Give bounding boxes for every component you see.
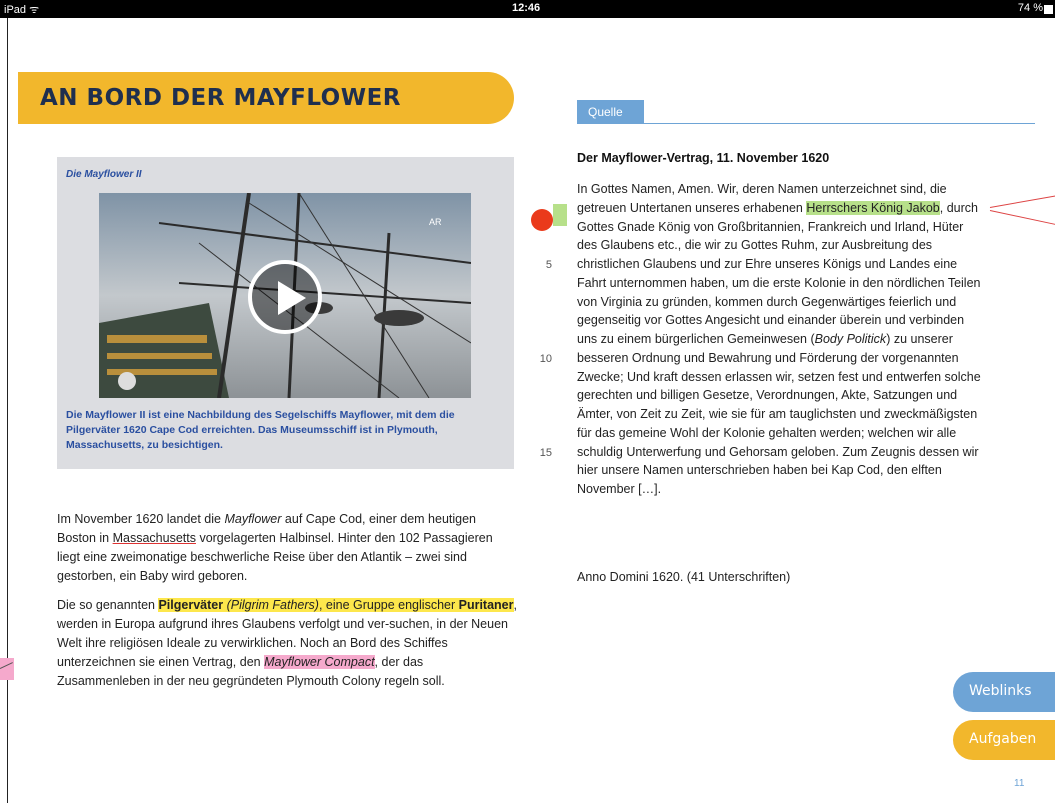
red-note-marker[interactable] [531,209,553,231]
source-line: uns zu einem bürgerlichen Gemeinwesen (B… [577,332,953,346]
source-title: Der Mayflower-Vertrag, 11. November 1620 [577,151,830,165]
source-line: besseren Ordnung und Bewahrung und Förde… [577,350,959,365]
status-bar: iPad ᯤ 12:46 74 % [0,0,1055,18]
source-line: gerechten und billigen Gesetze, Verordnu… [577,388,958,403]
source-line: von Virginia zu gründen, kommen durch Ge… [577,294,957,309]
source-line: Gottes Gnade König von Großbritannien, F… [577,219,964,234]
paragraph-2: Die so genannten Pilgerväter (Pilgrim Fa… [57,598,517,688]
page-edge [7,18,8,803]
line-number: 5 [545,259,552,271]
paragraph-1: Im November 1620 landet die Mayflower au… [57,512,493,583]
source-signature: Anno Domini 1620. (41 Unterschriften) [577,570,791,584]
aufgaben-button[interactable]: Aufgaben [953,720,1055,760]
source-line: getreuen Untertanen unseres erhabenen He… [577,200,978,215]
status-time: 12:46 [512,2,541,14]
battery-percent: 74 % [1017,2,1043,14]
source-line: für das gemeine Wohl der Kolonie gehalte… [577,425,957,440]
glossary-term-pilgervaeter[interactable]: Pilgerväter [158,598,223,612]
highlight-mayflower-compact[interactable]: Mayflower Compact [264,655,375,669]
source-line: gegenseitig vor Gottes Angesicht und ein… [577,313,965,328]
source-line: Zwecke; Und kraft dessen erlassen wir, s… [577,369,981,384]
svg-text:AR: AR [429,217,442,227]
page-number: 11 [1014,778,1025,789]
source-line: Ämter, von Zeit zu Zeit, wie sie für am … [577,407,978,421]
source-line: christlichen Glaubens und zur Ehre unser… [577,257,958,271]
source-line: hier unsere Namen unterschrieben haben b… [577,463,942,478]
battery-icon [1044,5,1053,14]
source-line: Fahrt unternommen haben, um die erste Ko… [577,275,981,290]
source-line: In Gottes Namen, Amen. Wir, deren Namen … [577,182,947,196]
image-figure: Die Mayflower II AR Die Mayflower II ist… [57,157,514,469]
play-video-button[interactable] [248,260,322,334]
chapter-title-banner: AN BORD DER MAYFLOWER [18,72,514,124]
figure-caption: Die Mayflower II ist eine Nachbildung de… [66,409,455,451]
glossary-link-massachusetts[interactable]: Massachusetts [113,531,196,545]
mayflower-photo[interactable]: AR [99,193,471,398]
device-wifi-label: iPad ᯤ [4,4,40,16]
highlight-koenig-jakob[interactable]: Herrschers König Jakob [806,200,940,215]
source-divider [577,123,1035,124]
line-number: 15 [539,447,552,459]
source-text: In Gottes Namen, Amen. Wir, deren Namen … [577,180,1045,499]
source-line: schuldig Unterwerfung und Gehorsam gelob… [577,444,979,459]
source-tab: Quelle [577,100,644,123]
source-line: des Glaubens etc., die wir zu Gottes Ruh… [577,238,933,253]
glossary-term-puritaner[interactable]: Puritaner [459,598,514,612]
source-line: November […]. [577,482,662,496]
figure-title: Die Mayflower II [66,169,142,180]
line-number: 10 [539,353,552,365]
weblinks-button[interactable]: Weblinks [953,672,1055,712]
chapter-title: AN BORD DER MAYFLOWER [40,85,402,111]
green-note-marker[interactable] [553,204,567,226]
intro-text: Im November 1620 landet die Mayflower au… [57,510,517,701]
